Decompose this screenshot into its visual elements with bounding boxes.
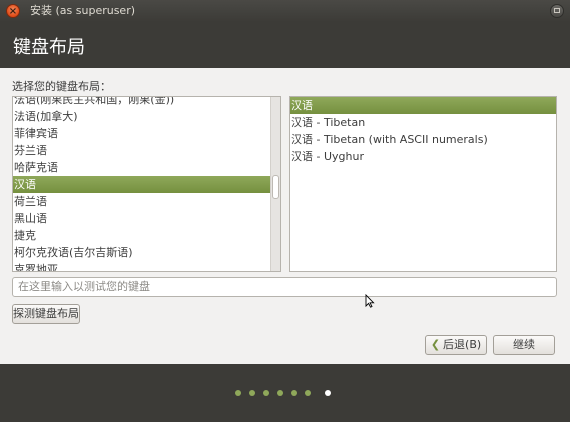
main-content: 选择您的键盘布局： 法语(刚果民主共和国，刚果(金)) 法语(加拿大) 菲律宾语… — [0, 68, 570, 364]
progress-dot — [235, 390, 241, 396]
progress-dot — [291, 390, 297, 396]
chevron-left-icon: ❮ — [430, 338, 441, 351]
variant-item[interactable]: 汉语 - Uyghur — [290, 148, 556, 165]
back-button[interactable]: ❮ 后退(B) — [425, 335, 487, 355]
layout-item[interactable]: 克罗地亚 — [13, 261, 280, 271]
layout-item-selected[interactable]: 汉语 — [13, 176, 280, 193]
layout-prompt: 选择您的键盘布局： — [12, 80, 111, 93]
maximize-button[interactable] — [550, 4, 564, 18]
progress-dot-current — [325, 390, 331, 396]
variant-item[interactable]: 汉语 - Tibetan — [290, 114, 556, 131]
progress-dot — [277, 390, 283, 396]
keyboard-test-input[interactable]: 在这里输入以测试您的键盘 — [12, 277, 557, 297]
layout-item[interactable]: 捷克 — [13, 227, 280, 244]
close-button[interactable]: × — [6, 4, 20, 18]
close-icon: × — [8, 6, 18, 17]
layout-item[interactable]: 法语(刚果民主共和国，刚果(金)) — [13, 97, 280, 108]
progress-dot — [249, 390, 255, 396]
layout-item[interactable]: 菲律宾语 — [13, 125, 280, 142]
maximize-icon — [554, 8, 560, 13]
page-title: 键盘布局 — [13, 37, 85, 58]
layout-item[interactable]: 黑山语 — [13, 210, 280, 227]
continue-button[interactable]: 继续 — [493, 335, 555, 355]
layout-item[interactable]: 法语(加拿大) — [13, 108, 280, 125]
layout-item[interactable]: 哈萨克语 — [13, 159, 280, 176]
mouse-cursor-icon — [365, 294, 375, 308]
layout-item[interactable]: 荷兰语 — [13, 193, 280, 210]
layout-list[interactable]: 法语(刚果民主共和国，刚果(金)) 法语(加拿大) 菲律宾语 芬兰语 哈萨克语 … — [12, 96, 281, 272]
progress-dot — [305, 390, 311, 396]
back-button-label: 后退(B) — [443, 338, 482, 351]
detect-layout-button[interactable]: 探测键盘布局 — [12, 304, 80, 324]
installer-window: × 安装 (as superuser) 键盘布局 选择您的键盘布局： 法语(刚果… — [0, 0, 570, 422]
scrollbar-thumb[interactable] — [272, 175, 279, 199]
layout-item[interactable]: 柯尔克孜语(吉尔吉斯语) — [13, 244, 280, 261]
layout-item[interactable]: 芬兰语 — [13, 142, 280, 159]
title-bar: × 安装 (as superuser) — [0, 0, 570, 22]
progress-dot — [263, 390, 269, 396]
progress-footer — [0, 364, 570, 422]
variant-item-selected[interactable]: 汉语 — [290, 97, 556, 114]
window-title: 安装 (as superuser) — [30, 4, 136, 17]
page-header: 键盘布局 — [0, 22, 570, 68]
layout-list-scrollbar[interactable] — [270, 97, 280, 271]
variant-item[interactable]: 汉语 - Tibetan (with ASCII numerals) — [290, 131, 556, 148]
variant-list[interactable]: 汉语 汉语 - Tibetan 汉语 - Tibetan (with ASCII… — [289, 96, 557, 272]
